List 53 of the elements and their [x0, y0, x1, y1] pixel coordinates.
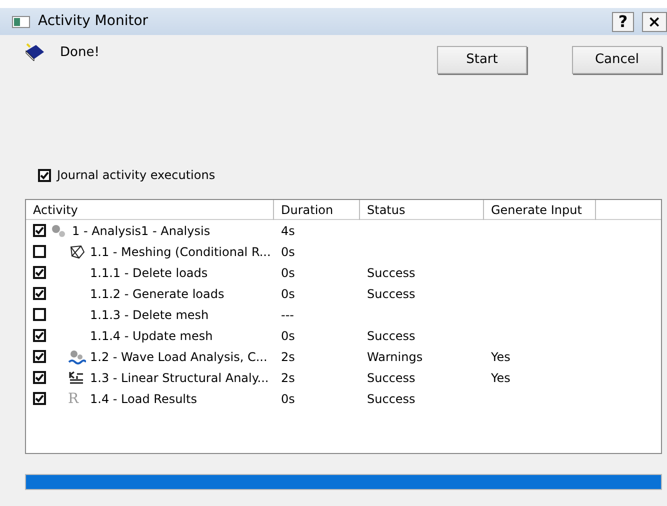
- table-cell-text: 0s: [280, 328, 296, 344]
- table-cell-text: 2s: [280, 370, 296, 386]
- status-text: Done!: [60, 44, 100, 62]
- table-cell: Warnings: [367, 350, 423, 364]
- checkbox[interactable]: [33, 224, 46, 237]
- activity-name: 1.3 - Linear Structural Analy...: [90, 370, 269, 386]
- activity-name: 1.2 - Wave Load Analysis, C...: [90, 348, 268, 366]
- window-title: Activity Monitor: [38, 12, 148, 31]
- table-cell: Success: [367, 370, 416, 384]
- checkbox[interactable]: [33, 350, 46, 363]
- table-cell-text: 0s: [280, 286, 296, 302]
- checkbox[interactable]: [33, 287, 46, 300]
- window-icon: [12, 16, 30, 28]
- column-header: Generate Input: [484, 200, 596, 220]
- column-header: Activity: [26, 200, 274, 220]
- checkbox[interactable]: [33, 245, 46, 258]
- checkbox[interactable]: [33, 266, 46, 279]
- checkbox[interactable]: [33, 392, 46, 405]
- help-button[interactable]: ?: [612, 12, 634, 32]
- table-cell-text: 0s: [280, 244, 296, 260]
- table-cell: Success: [367, 266, 416, 280]
- checkbox-label: Journal activity executions: [57, 167, 216, 184]
- start-button[interactable]: Start: [437, 46, 527, 74]
- checkbox[interactable]: [33, 329, 46, 342]
- table-cell-text: 4s: [280, 222, 296, 240]
- table-cell: Success: [367, 328, 416, 342]
- mesh-icon: [68, 244, 86, 260]
- activity-name: 1.1.3 - Delete mesh: [90, 306, 209, 324]
- book-icon: [24, 43, 46, 61]
- activity-name: 1.1.4 - Update mesh: [90, 328, 213, 344]
- activity-name: 1 - Analysis1 - Analysis: [72, 222, 210, 240]
- close-button[interactable]: ×: [642, 12, 667, 32]
- table-cell-text: 0s: [280, 390, 296, 408]
- table-cell: Yes: [491, 350, 510, 364]
- column-header: Duration: [274, 200, 360, 220]
- checkbox[interactable]: [33, 371, 46, 384]
- table-cell-text: 2s: [280, 348, 296, 366]
- activity-name: 1.4 - Load Results: [90, 390, 197, 408]
- table-cell: Success: [367, 286, 416, 300]
- table-cell-text: ---: [280, 306, 295, 324]
- activity-name: 1.1.2 - Generate loads: [90, 286, 224, 302]
- letter-icon: R: [68, 390, 86, 406]
- activity-name: 1.1 - Meshing (Conditional R...: [90, 244, 271, 260]
- table-cell-text: 0s: [280, 264, 296, 282]
- table-cell: Yes: [491, 370, 510, 384]
- table-cell: Success: [367, 392, 416, 406]
- wave-icon: [68, 348, 86, 364]
- checkbox[interactable]: [33, 308, 46, 321]
- activity-name: 1.1.1 - Delete loads: [90, 264, 208, 282]
- formula-icon: [68, 370, 86, 386]
- column-header: Status: [360, 200, 484, 220]
- cancel-button[interactable]: Cancel: [572, 46, 662, 74]
- checkbox[interactable]: [38, 168, 51, 182]
